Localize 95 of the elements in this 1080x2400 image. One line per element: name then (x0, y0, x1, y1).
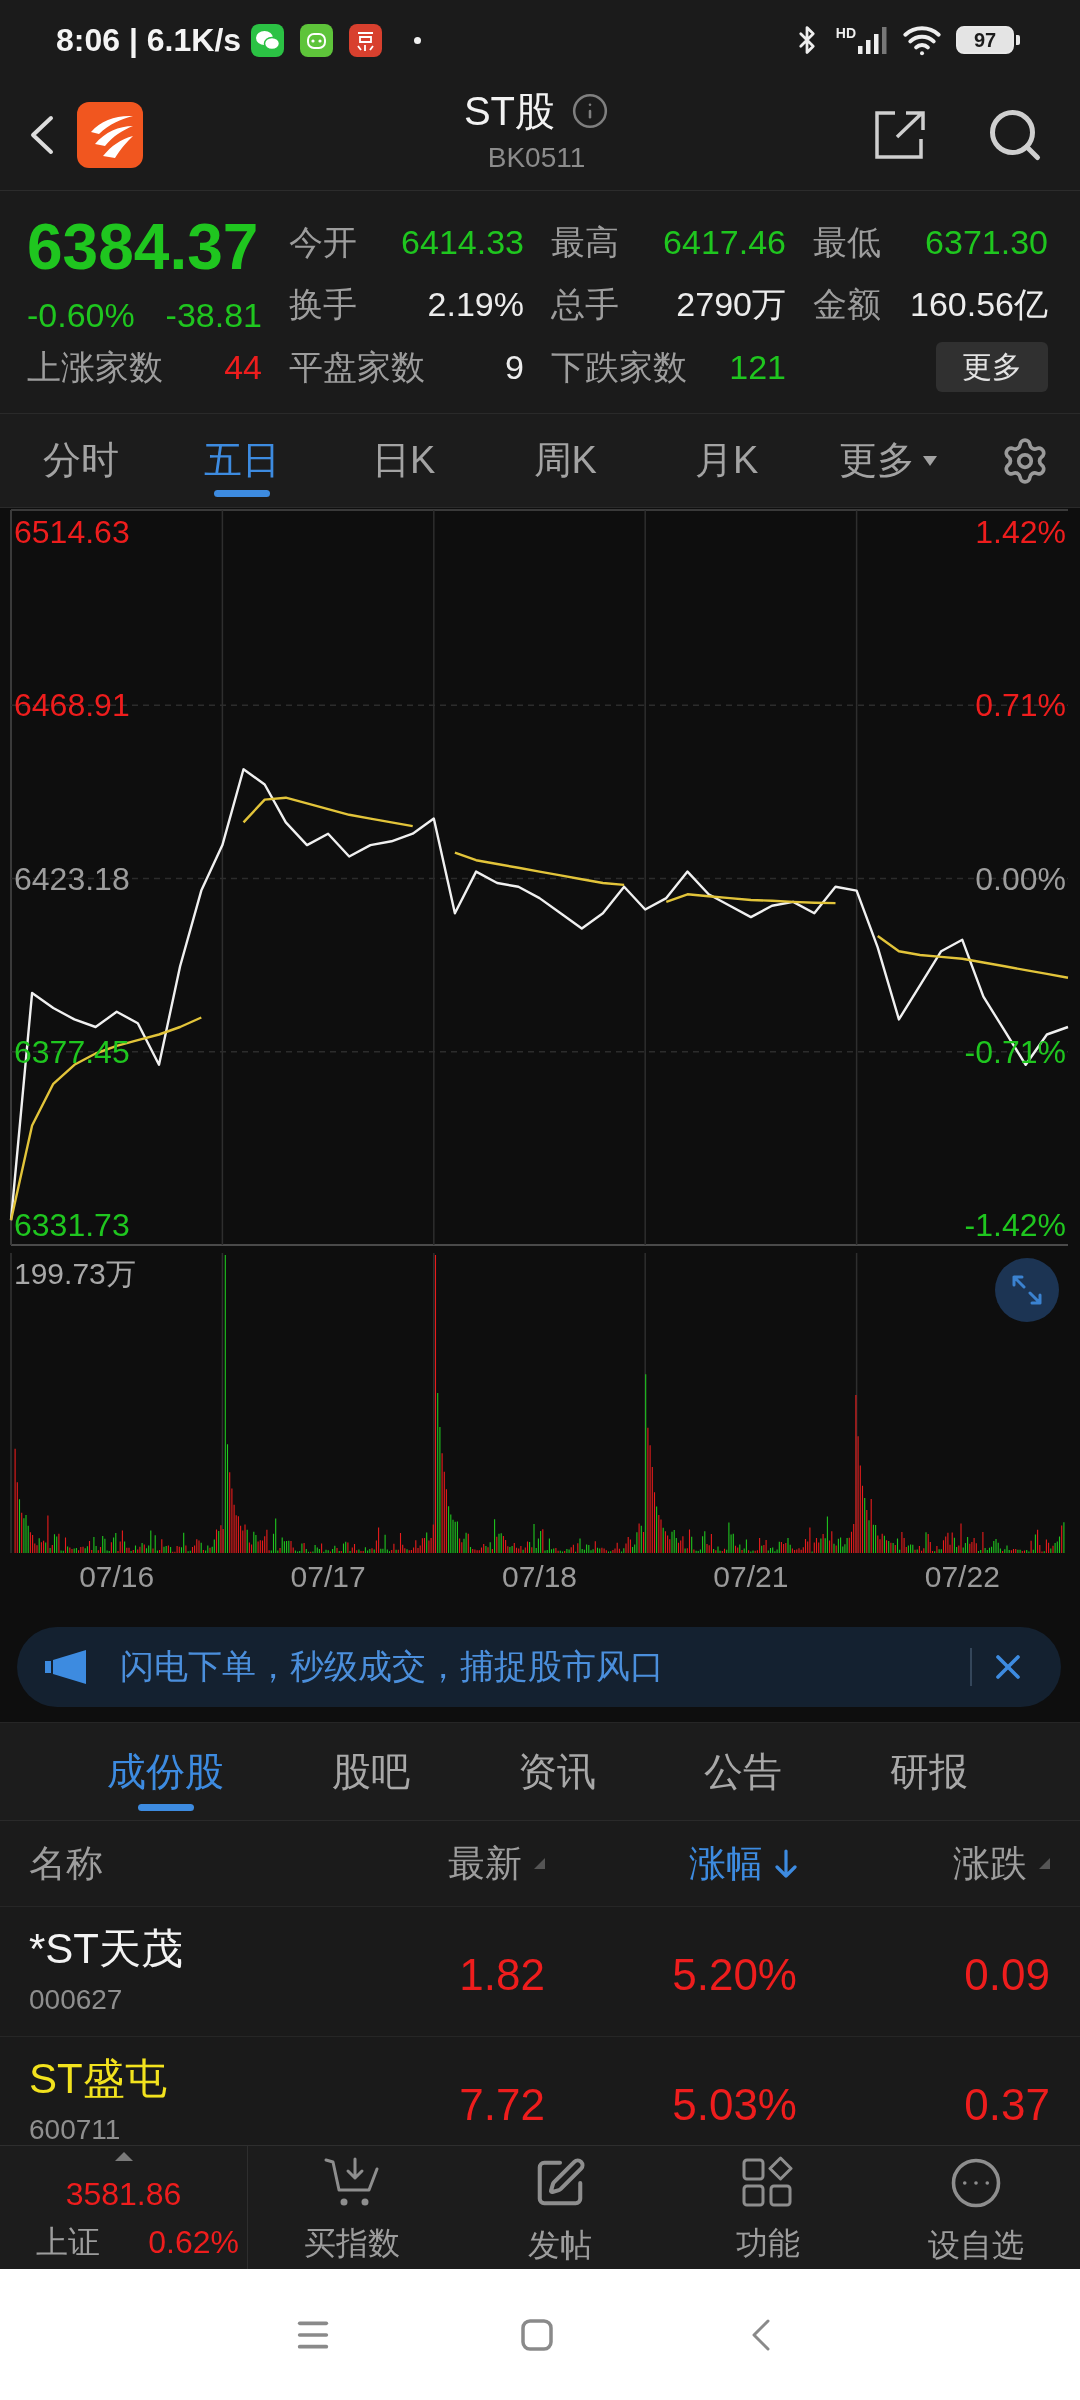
stock-name: *ST天茂 (29, 1926, 183, 1972)
axis-label: 6331.73 (14, 1207, 130, 1243)
column-header[interactable]: 最新 (448, 1841, 545, 1886)
section-tab[interactable]: 研报 (890, 1723, 968, 1820)
share-icon[interactable] (873, 109, 927, 161)
robot-face-icon (300, 23, 334, 57)
stat-label: 换手 (289, 284, 357, 324)
count-label: 下跌家数 (551, 347, 687, 387)
change-amount: 0.09 (964, 1950, 1050, 2000)
column-header[interactable]: 涨幅 (689, 1841, 797, 1886)
more-icon (949, 2156, 1003, 2210)
percent-axis-label: -1.42% (964, 1207, 1066, 1243)
megaphone-icon (45, 1650, 87, 1684)
app-tile-icon (349, 23, 383, 57)
change-amount: 0.37 (964, 2080, 1050, 2130)
sort-icon (1039, 1858, 1050, 1869)
date-label: 07/16 (79, 1560, 155, 1593)
date-label: 07/18 (501, 1560, 578, 1593)
percent-axis-label: 0.00% (975, 860, 1066, 897)
stat-value: 6414.33 (401, 222, 524, 262)
back-icon[interactable] (28, 115, 55, 155)
sort-icon (534, 1858, 545, 1869)
index-code: BK0511 (487, 141, 586, 175)
section-tab[interactable]: 公告 (704, 1723, 782, 1820)
section-tab[interactable]: 成份股 (107, 1723, 224, 1820)
index-change: 0.62% (148, 2223, 239, 2262)
stat-label: 最高 (551, 222, 619, 262)
axis-label: 6514.63 (14, 514, 130, 550)
signal-icon (858, 26, 888, 54)
volume-axis-label: 199.73万 (14, 1257, 136, 1290)
chat-bubbles-icon (251, 23, 285, 57)
count-value: 121 (729, 347, 786, 387)
network-label: HD (835, 26, 856, 40)
stat-label: 最低 (813, 222, 881, 262)
axis-label: 6468.91 (14, 687, 130, 724)
expand-icon (1011, 1274, 1043, 1306)
stock-code: 600711 (29, 2116, 121, 2144)
dot-icon (414, 36, 422, 44)
toolbar-button[interactable]: 买指数 (248, 2146, 456, 2269)
chart-tab[interactable]: 五日 (161, 414, 323, 507)
banner-text: 闪电下单，秒级成交，捕捉股市风口 (120, 1646, 664, 1687)
chart-tab[interactable]: 周K (484, 414, 646, 507)
last-price: 6384.37 (27, 215, 259, 279)
count-label: 平盘家数 (289, 347, 425, 387)
change-percent: -0.60% (27, 295, 135, 335)
chart-tab[interactable]: 分时 (0, 414, 162, 507)
more-button[interactable]: 更多 (936, 342, 1048, 392)
stat-value: 2790万 (676, 284, 786, 324)
latest-price: 1.82 (459, 1950, 545, 2000)
change-percent: 5.20% (672, 1950, 797, 2000)
toolbar-button[interactable]: 设自选 (872, 2146, 1080, 2269)
column-header[interactable]: 名称 (29, 1841, 103, 1886)
promo-banner[interactable]: 闪电下单，秒级成交，捕捉股市风口 (17, 1627, 1061, 1707)
home-icon[interactable] (521, 2318, 553, 2351)
status-time: 8:06 | 6.1K/s (56, 21, 242, 59)
info-icon[interactable] (571, 92, 610, 130)
change-percent: 5.03% (672, 2080, 797, 2130)
toolbar-button[interactable]: 功能 (664, 2146, 872, 2269)
stock-name: ST盛屯 (29, 2056, 167, 2102)
index-value: 3581.86 (65, 2175, 182, 2214)
column-header[interactable]: 涨跌 (953, 1841, 1050, 1886)
battery-indicator: 97 (956, 26, 1020, 54)
chart-tab[interactable]: 更多 (807, 414, 969, 507)
date-label: 07/22 (924, 1560, 1000, 1593)
cart-icon (324, 2156, 380, 2208)
handle-icon[interactable] (114, 2152, 133, 2161)
stat-label: 今开 (289, 222, 357, 262)
percent-axis-label: 0.71% (975, 687, 1066, 724)
percent-axis-label: 1.42% (975, 514, 1066, 550)
date-label: 07/17 (290, 1560, 366, 1593)
stat-value: 160.56亿 (910, 284, 1048, 324)
page-title: ST股 (463, 88, 556, 135)
arrow-down-icon (775, 1848, 797, 1879)
stock-code: 000627 (29, 1986, 123, 2014)
logo-icon (77, 102, 143, 168)
stat-value: 6417.46 (663, 222, 786, 262)
count-value: 44 (224, 347, 262, 387)
chart-tab[interactable]: 月K (646, 414, 808, 507)
index-name: 上证 (36, 2223, 100, 2262)
grid-icon (742, 2156, 794, 2208)
stat-value: 6371.30 (925, 222, 1048, 262)
section-tab[interactable]: 股吧 (332, 1723, 410, 1820)
stat-label: 金额 (813, 284, 881, 324)
latest-price: 7.72 (459, 2080, 545, 2130)
caret-icon (923, 455, 938, 466)
count-label: 上涨家数 (27, 347, 163, 387)
date-label: 07/21 (713, 1560, 789, 1593)
toolbar-button[interactable]: 发帖 (456, 2146, 664, 2269)
stat-label: 总手 (551, 284, 619, 324)
chart-tab[interactable]: 日K (323, 414, 485, 507)
section-tab[interactable]: 资讯 (518, 1723, 596, 1820)
count-value: 9 (505, 347, 524, 387)
stat-value: 2.19% (427, 284, 524, 324)
axis-label: 6423.18 (14, 860, 130, 897)
change-amount: -38.81 (165, 295, 262, 335)
